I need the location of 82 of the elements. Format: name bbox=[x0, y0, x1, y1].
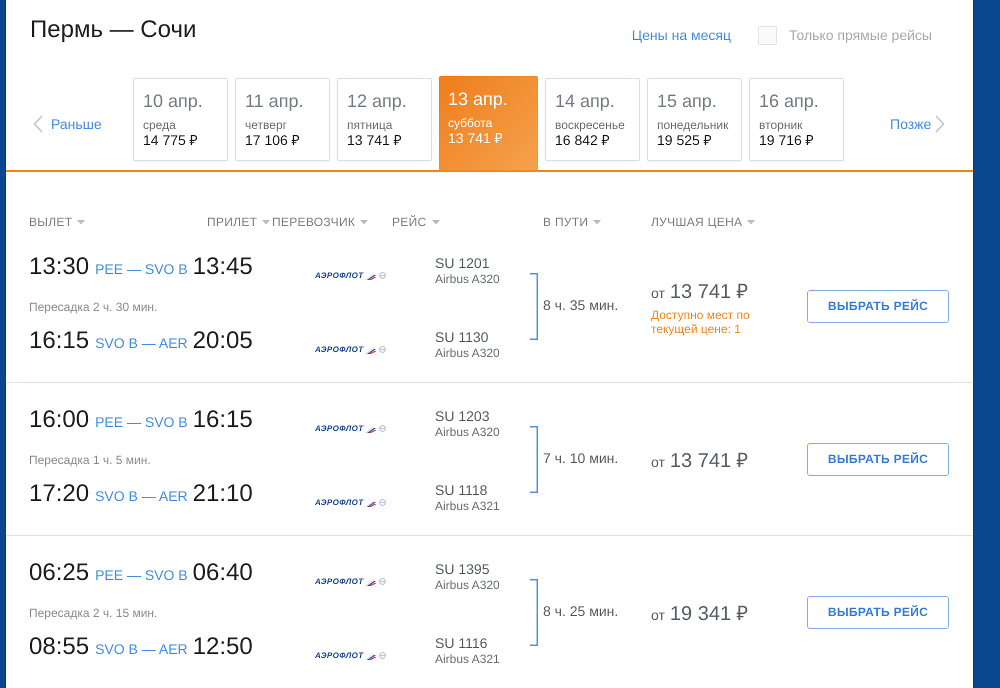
sort-header[interactable]: ПРИЛЕТ bbox=[207, 215, 270, 229]
route-title: Пермь — Сочи bbox=[30, 16, 196, 44]
sort-caret-icon bbox=[747, 220, 756, 224]
earlier-button[interactable]: Раньше bbox=[33, 114, 102, 132]
select-flight-button[interactable]: ВЫБРАТЬ РЕЙС bbox=[807, 442, 949, 476]
sort-header[interactable]: РЕЙС bbox=[392, 215, 440, 229]
arrival-time: 21:10 bbox=[192, 480, 253, 508]
flight-number: SU 1130 bbox=[435, 329, 488, 345]
aircraft-model: Airbus A320 bbox=[435, 271, 500, 287]
departure-time: 13:30 bbox=[29, 253, 90, 281]
price-prefix: от bbox=[651, 606, 665, 622]
arrival-time: 12:50 bbox=[192, 633, 253, 661]
select-flight-button[interactable]: ВЫБРАТЬ РЕЙС bbox=[807, 290, 949, 322]
date-card[interactable]: 15 апр. понедельник 19 525 ₽ bbox=[647, 78, 742, 161]
sort-caret-icon bbox=[77, 220, 86, 224]
aircraft-model: Airbus A320 bbox=[435, 577, 500, 593]
sort-caret-icon bbox=[262, 220, 270, 224]
aircraft-model: Airbus A320 bbox=[435, 345, 500, 361]
chevron-right-icon bbox=[935, 114, 946, 132]
sort-caret-icon bbox=[360, 220, 368, 224]
price-prefix: от bbox=[651, 454, 665, 470]
later-button[interactable]: Позже bbox=[890, 114, 946, 132]
departure-time: 08:55 bbox=[29, 633, 90, 661]
departure-time: 16:15 bbox=[29, 327, 90, 355]
sort-caret-icon bbox=[432, 220, 440, 224]
arrival-time: 16:15 bbox=[192, 406, 253, 434]
route-airports: PEE — SVO B bbox=[95, 261, 188, 277]
route-airports: SVO B — AER bbox=[95, 488, 188, 504]
date-card[interactable]: 16 апр. вторник 19 716 ₽ bbox=[749, 78, 844, 161]
airline-logo: АЭРОФЛОТ bbox=[315, 424, 386, 433]
arrival-time: 13:45 bbox=[192, 253, 253, 281]
sort-header[interactable]: ПЕРЕВОЗЧИК bbox=[272, 215, 368, 229]
date-card[interactable]: 12 апр. пятница 13 741 ₽ bbox=[337, 78, 432, 161]
transfer-info: Пересадка 2 ч. 15 мин. bbox=[29, 606, 158, 620]
airline-logo: АЭРОФЛОТ bbox=[315, 577, 386, 586]
route-airports: SVO B — AER bbox=[95, 641, 188, 657]
date-card[interactable]: 14 апр. воскресенье 16 842 ₽ bbox=[545, 78, 640, 161]
travel-duration: 8 ч. 35 мин. bbox=[543, 297, 618, 313]
sort-header[interactable]: ВЫЛЕТ bbox=[29, 215, 86, 229]
sort-caret-icon bbox=[593, 220, 602, 224]
arrival-time: 20:05 bbox=[192, 327, 253, 355]
flight-number: SU 1118 bbox=[435, 482, 488, 498]
aircraft-model: Airbus A321 bbox=[435, 651, 500, 667]
flight-number: SU 1203 bbox=[435, 408, 490, 424]
availability-note: Доступно мест по текущей цене: 1 bbox=[651, 308, 751, 336]
airline-logo: АЭРОФЛОТ bbox=[315, 345, 386, 354]
date-card[interactable]: 10 апр. среда 14 775 ₽ bbox=[133, 78, 228, 161]
bracket-icon bbox=[530, 426, 538, 492]
route-airports: PEE — SVO B bbox=[95, 414, 188, 430]
airline-logo: АЭРОФЛОТ bbox=[315, 271, 386, 280]
aircraft-model: Airbus A320 bbox=[435, 424, 500, 440]
select-flight-button[interactable]: ВЫБРАТЬ РЕЙС bbox=[807, 596, 949, 628]
flight-number: SU 1201 bbox=[435, 255, 490, 271]
chevron-left-icon bbox=[33, 114, 43, 132]
direct-flights-checkbox[interactable] bbox=[758, 26, 778, 44]
checkbox-label: Только прямые рейсы bbox=[789, 27, 932, 43]
bracket-icon bbox=[530, 578, 538, 646]
aircraft-model: Airbus A321 bbox=[435, 498, 500, 514]
sort-header[interactable]: В ПУТИ bbox=[543, 215, 602, 229]
bracket-icon bbox=[530, 272, 538, 340]
travel-duration: 7 ч. 10 мин. bbox=[543, 450, 618, 466]
departure-time: 06:25 bbox=[29, 559, 90, 587]
price-amount: 13 741 ₽ bbox=[670, 280, 749, 304]
date-card[interactable]: 11 апр. четверг 17 106 ₽ bbox=[235, 78, 330, 161]
travel-duration: 8 ч. 25 мин. bbox=[543, 603, 618, 619]
flight-number: SU 1395 bbox=[435, 561, 490, 577]
airline-logo: АЭРОФЛОТ bbox=[315, 651, 386, 660]
date-card[interactable]: 13 апр. суббота 13 741 ₽ bbox=[439, 76, 538, 170]
price-prefix: от bbox=[651, 284, 665, 300]
price-amount: 13 741 ₽ bbox=[670, 448, 749, 472]
price-amount: 19 341 ₽ bbox=[670, 602, 749, 626]
route-airports: PEE — SVO B bbox=[95, 567, 188, 583]
sort-header[interactable]: ЛУЧШАЯ ЦЕНА bbox=[651, 215, 756, 229]
departure-time: 16:00 bbox=[29, 406, 90, 434]
flight-number: SU 1116 bbox=[435, 635, 488, 651]
departure-time: 17:20 bbox=[29, 480, 90, 508]
transfer-info: Пересадка 1 ч. 5 мин. bbox=[29, 453, 151, 467]
month-prices-link[interactable]: Цены на месяц bbox=[632, 27, 732, 43]
transfer-info: Пересадка 2 ч. 30 мин. bbox=[29, 300, 158, 314]
airline-logo: АЭРОФЛОТ bbox=[315, 498, 386, 507]
route-airports: SVO B — AER bbox=[95, 335, 188, 351]
arrival-time: 06:40 bbox=[192, 559, 253, 587]
